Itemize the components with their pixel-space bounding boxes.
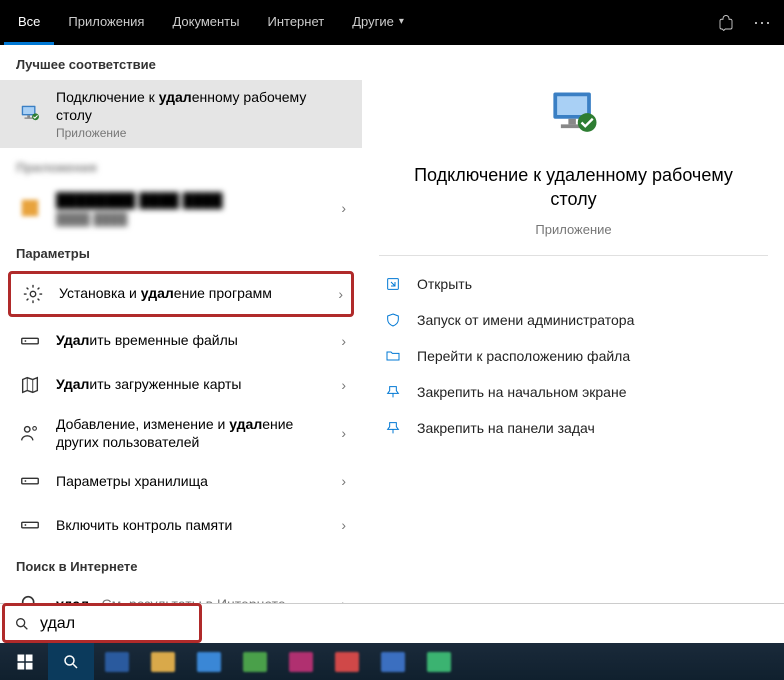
feedback-icon[interactable] — [708, 0, 744, 45]
storage-icon — [16, 511, 44, 539]
map-icon — [16, 371, 44, 399]
gear-icon — [19, 280, 47, 308]
divider — [379, 255, 768, 256]
section-apps: Приложения — [0, 148, 362, 183]
result-title: Подключение к удаленному рабочему столу — [56, 88, 346, 124]
result-title: Параметры хранилища — [56, 472, 333, 490]
preview-subtitle: Приложение — [373, 222, 774, 237]
action-open-location[interactable]: Перейти к расположению файла — [373, 338, 774, 374]
remote-desktop-icon — [16, 100, 44, 128]
preview-title: Подключение к удаленному рабочему столу — [373, 163, 774, 212]
result-memory-control[interactable]: Включить контроль памяти › — [0, 503, 362, 547]
top-tabs-bar: Все Приложения Документы Интернет Другие… — [0, 0, 784, 45]
tab-more[interactable]: Другие▾ — [338, 0, 418, 45]
action-pin-taskbar[interactable]: Закрепить на панели задач — [373, 410, 774, 446]
action-open[interactable]: Открыть — [373, 266, 774, 302]
taskbar-app[interactable] — [232, 643, 278, 680]
section-web: Поиск в Интернете — [0, 547, 362, 582]
taskbar-app[interactable] — [416, 643, 462, 680]
taskbar-search-button[interactable] — [48, 643, 94, 680]
result-title: Удалить временные файлы — [56, 331, 333, 349]
results-column: Лучшее соответствие Подключение к удален… — [0, 45, 362, 603]
app-icon — [16, 194, 44, 222]
chevron-right-icon: › — [341, 517, 346, 533]
chevron-right-icon: › — [341, 333, 346, 349]
taskbar-app[interactable] — [324, 643, 370, 680]
result-delete-temp[interactable]: Удалить временные файлы › — [0, 319, 362, 363]
result-title: удал - См. результаты в Интернете — [56, 595, 333, 603]
result-app-blurred[interactable]: ████████ ████ ████████ ████ › — [0, 183, 362, 233]
folder-icon — [383, 346, 403, 366]
result-title: Удалить загруженные карты — [56, 375, 333, 393]
highlight-uninstall: Установка и удаление программ › — [8, 271, 354, 317]
result-storage-settings[interactable]: Параметры хранилища › — [0, 459, 362, 503]
result-uninstall-programs[interactable]: Установка и удаление программ › — [11, 274, 351, 314]
start-button[interactable] — [2, 643, 48, 680]
main-content: Лучшее соответствие Подключение к удален… — [0, 45, 784, 603]
result-web-search[interactable]: удал - См. результаты в Интернете › — [0, 582, 362, 603]
result-subtitle: Приложение — [56, 126, 346, 140]
section-best-match: Лучшее соответствие — [0, 45, 362, 80]
result-title: Добавление, изменение и удаление других … — [56, 415, 333, 451]
chevron-right-icon: › — [341, 377, 346, 393]
tab-all[interactable]: Все — [4, 0, 54, 45]
users-icon — [16, 419, 44, 447]
preview-app-icon — [373, 85, 774, 145]
taskbar-app[interactable] — [186, 643, 232, 680]
storage-icon — [16, 467, 44, 495]
chevron-right-icon: › — [338, 286, 343, 302]
action-pin-start[interactable]: Закрепить на начальном экране — [373, 374, 774, 410]
open-icon — [383, 274, 403, 294]
pin-icon — [383, 418, 403, 438]
chevron-down-icon: ▾ — [399, 16, 404, 27]
tab-documents[interactable]: Документы — [158, 0, 253, 45]
chevron-right-icon: › — [341, 200, 346, 216]
shield-icon — [383, 310, 403, 330]
taskbar-app[interactable] — [370, 643, 416, 680]
taskbar-app[interactable] — [278, 643, 324, 680]
result-remote-desktop[interactable]: Подключение к удаленному рабочему столу … — [0, 80, 362, 148]
section-settings: Параметры — [0, 234, 362, 269]
action-run-admin[interactable]: Запуск от имени администратора — [373, 302, 774, 338]
search-bar-wrap — [0, 603, 784, 643]
tab-apps[interactable]: Приложения — [54, 0, 158, 45]
result-manage-users[interactable]: Добавление, изменение и удаление других … — [0, 407, 362, 459]
tab-internet[interactable]: Интернет — [253, 0, 338, 45]
result-title: Включить контроль памяти — [56, 516, 333, 534]
search-icon — [14, 616, 30, 632]
search-input[interactable] — [40, 615, 770, 633]
search-bar[interactable] — [0, 603, 784, 643]
result-delete-maps[interactable]: Удалить загруженные карты › — [0, 363, 362, 407]
result-title: Установка и удаление программ — [59, 284, 330, 302]
storage-icon — [16, 327, 44, 355]
more-options-icon[interactable]: ··· — [744, 0, 780, 45]
chevron-right-icon: › — [341, 596, 346, 603]
taskbar — [0, 643, 784, 680]
search-icon — [16, 590, 44, 603]
preview-column: Подключение к удаленному рабочему столу … — [362, 45, 784, 603]
pin-icon — [383, 382, 403, 402]
chevron-right-icon: › — [341, 425, 346, 441]
taskbar-app[interactable] — [94, 643, 140, 680]
chevron-right-icon: › — [341, 473, 346, 489]
taskbar-app[interactable] — [140, 643, 186, 680]
